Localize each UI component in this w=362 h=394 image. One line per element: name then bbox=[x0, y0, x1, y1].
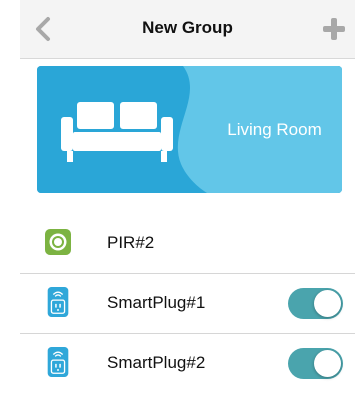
page-title: New Group bbox=[142, 18, 233, 37]
add-button[interactable] bbox=[321, 16, 347, 42]
navigation-bar: New Group bbox=[20, 0, 355, 59]
device-name: SmartPlug#1 bbox=[107, 293, 206, 312]
group-room-card[interactable]: Living Room bbox=[37, 66, 342, 193]
device-row-pir-2[interactable]: PIR#2 bbox=[20, 214, 355, 274]
smart-plug-icon bbox=[47, 287, 69, 317]
chevron-left-icon bbox=[36, 17, 50, 41]
device-row-smartplug-2[interactable]: SmartPlug#2 bbox=[20, 334, 355, 393]
room-name-label: Living Room bbox=[227, 120, 322, 139]
smartplug-2-toggle[interactable] bbox=[288, 348, 343, 379]
smart-plug-icon bbox=[47, 347, 69, 377]
smartplug-1-toggle[interactable] bbox=[288, 288, 343, 319]
sofa-icon bbox=[61, 102, 173, 162]
plus-icon bbox=[323, 18, 345, 40]
device-list: PIR#2 SmartPlug#1 SmartPlug#2 bbox=[20, 214, 355, 393]
back-button[interactable] bbox=[30, 14, 58, 44]
toggle-knob bbox=[314, 290, 341, 317]
device-row-smartplug-1[interactable]: SmartPlug#1 bbox=[20, 274, 355, 334]
new-group-screen: New Group Living Room PIR#2 SmartPlug#1 … bbox=[20, 0, 355, 394]
toggle-knob bbox=[314, 350, 341, 377]
device-name: PIR#2 bbox=[107, 233, 155, 252]
device-name: SmartPlug#2 bbox=[107, 353, 206, 372]
motion-sensor-icon bbox=[45, 229, 71, 255]
